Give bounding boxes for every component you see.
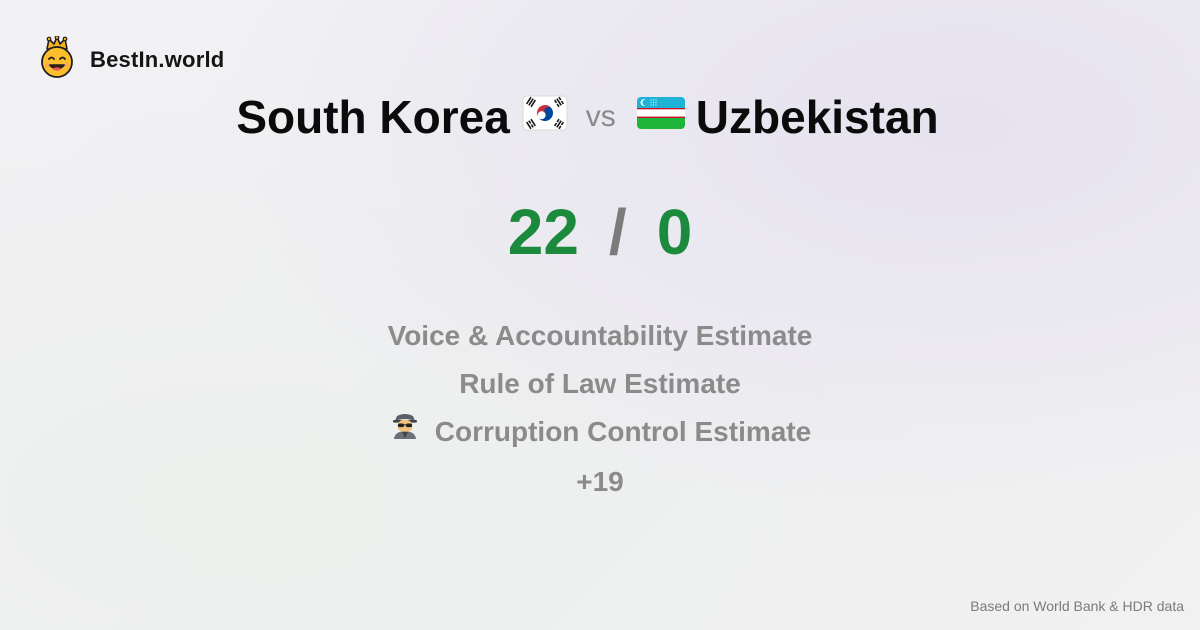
more-metrics-count[interactable]: +19	[0, 458, 1200, 506]
metric-item: Voice & Accountability Estimate	[0, 312, 1200, 360]
metric-item: Rule of Law Estimate	[0, 360, 1200, 408]
score-separator: /	[608, 196, 627, 268]
brand-logo[interactable]: BestIn.world	[38, 35, 225, 83]
uzbekistan-flag-icon	[636, 88, 686, 146]
data-source-note: Based on World Bank & HDR data	[970, 598, 1184, 614]
crowned-smiley-icon	[38, 35, 76, 83]
vs-label: vs	[585, 99, 616, 133]
score-display: 22 / 0	[0, 192, 1200, 272]
metric-label: Voice & Accountability Estimate	[387, 320, 813, 351]
right-country-name[interactable]: Uzbekistan	[696, 91, 939, 143]
comparison-title: South Korea vs Uzbekistan	[0, 88, 1175, 150]
brand-name: BestIn.world	[90, 46, 225, 72]
metrics-list: Voice & Accountability Estimate Rule of …	[0, 312, 1200, 506]
right-score: 0	[656, 196, 693, 268]
metric-label: +19	[576, 465, 624, 497]
left-score: 22	[507, 196, 579, 268]
detective-icon	[389, 407, 421, 455]
metric-item: Corruption Control Estimate	[0, 408, 1200, 458]
south-korea-flag-icon	[522, 88, 568, 146]
left-country-name[interactable]: South Korea	[236, 91, 509, 143]
metric-label: Rule of Law Estimate	[459, 368, 741, 399]
metric-label: Corruption Control Estimate	[434, 416, 812, 447]
